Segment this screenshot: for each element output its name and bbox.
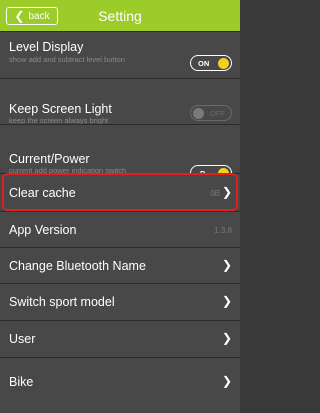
clear-cache-highlight <box>2 173 238 211</box>
setting-bike[interactable]: Bike ❯ <box>0 357 240 413</box>
chevron-left-icon: ❮ <box>14 9 25 23</box>
setting-app-version: App Version 1.3.8 <box>0 211 240 247</box>
setting-title: App Version <box>9 223 77 237</box>
setting-level-display: Level Display show add and subtract leve… <box>0 31 240 78</box>
setting-title: Change Bluetooth Name <box>9 259 146 273</box>
back-button[interactable]: ❮ back <box>6 7 58 25</box>
setting-title: User <box>9 332 36 346</box>
setting-keep-screen-light: Keep Screen Light keep the screen always… <box>0 78 240 125</box>
setting-subtitle: show add and subtract level button <box>9 55 125 64</box>
setting-current-power: Current/Power current add power indicati… <box>0 124 240 181</box>
toggle-label: ON <box>198 58 210 68</box>
app-version-value: 1.3.8 <box>214 226 232 235</box>
setting-switch-sport-model[interactable]: Switch sport model ❯ <box>0 283 240 320</box>
chevron-right-icon: ❯ <box>221 258 232 272</box>
chevron-right-icon: ❯ <box>221 374 232 388</box>
setting-title: Bike <box>9 375 34 389</box>
level-display-toggle[interactable]: ON <box>190 55 232 71</box>
toggle-knob <box>193 107 204 119</box>
setting-title: Level Display <box>9 40 84 54</box>
header-bar: Setting ❮ back <box>0 0 240 31</box>
back-label: back <box>28 10 50 22</box>
keep-screen-light-toggle[interactable]: OFF <box>190 105 232 121</box>
setting-title: Keep Screen Light <box>9 102 112 116</box>
chevron-right-icon: ❯ <box>221 331 232 345</box>
setting-title: Switch sport model <box>9 295 115 309</box>
setting-user[interactable]: User ❯ <box>0 320 240 357</box>
toggle-knob <box>218 57 229 69</box>
toggle-label: OFF <box>210 108 225 118</box>
setting-change-bluetooth-name[interactable]: Change Bluetooth Name ❯ <box>0 247 240 283</box>
setting-title: Current/Power <box>9 152 90 166</box>
chevron-right-icon: ❯ <box>221 294 232 308</box>
